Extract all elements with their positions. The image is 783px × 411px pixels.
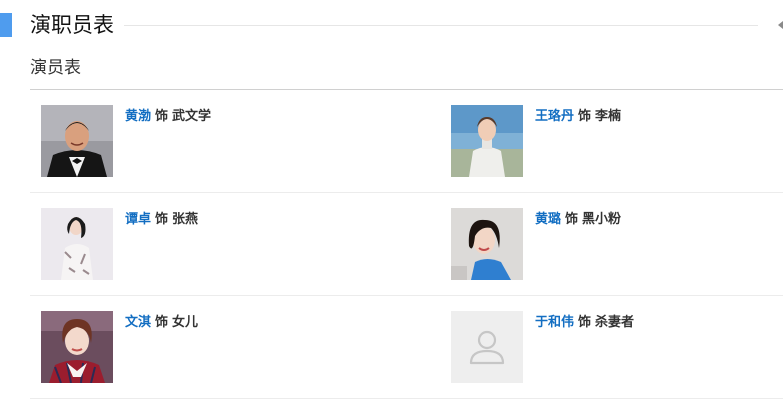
role-name: 武文学	[172, 109, 212, 124]
cast-row: 谭卓饰张燕 黄璐饰黑小粉	[30, 193, 783, 296]
section-accent-bar	[0, 13, 12, 37]
actor-name-link[interactable]: 谭卓	[125, 212, 151, 227]
cast-text: 谭卓饰张燕	[125, 211, 198, 229]
actor-photo-image	[451, 105, 523, 177]
actor-name-link[interactable]: 黄璐	[535, 212, 561, 227]
actor-photo[interactable]	[41, 105, 113, 177]
actor-name-link[interactable]: 文淇	[125, 315, 151, 330]
plays-label: 饰	[155, 212, 169, 227]
cast-grid: 黄渤饰武文学 王珞丹饰李楠 谭卓 饰 张燕 黄璐 饰 黑小粉 文淇 饰 女儿 于…	[30, 90, 783, 399]
cast-text: 王珞丹饰李楠	[535, 108, 621, 126]
cast-list-title: 演员表	[30, 58, 81, 78]
cast-row: 黄渤饰武文学 王珞丹饰李楠	[30, 90, 783, 193]
collapse-arrow-icon[interactable]	[778, 19, 783, 31]
actor-photo[interactable]	[41, 311, 113, 383]
section-title: 演职员表	[30, 13, 114, 37]
plays-label: 饰	[578, 315, 592, 330]
cast-text: 黄璐饰黑小粉	[535, 211, 621, 229]
plays-label: 饰	[578, 109, 592, 124]
actor-name-link[interactable]: 王珞丹	[535, 109, 574, 124]
plays-label: 饰	[155, 109, 169, 124]
actor-photo[interactable]	[451, 105, 523, 177]
role-name: 李楠	[595, 109, 622, 124]
actor-photo-image	[41, 311, 113, 383]
actor-photo-image	[451, 208, 523, 280]
plays-label: 饰	[565, 212, 579, 227]
default-avatar[interactable]	[451, 311, 523, 383]
role-name: 张燕	[172, 212, 199, 227]
cast-text: 文淇饰女儿	[125, 314, 198, 332]
role-name: 女儿	[172, 315, 199, 330]
default-user-icon	[451, 311, 523, 383]
actor-name-link[interactable]: 黄渤	[125, 109, 151, 124]
actor-photo[interactable]	[41, 208, 113, 280]
role-name: 杀妻者	[595, 315, 635, 330]
cast-text: 黄渤饰武文学	[125, 108, 211, 126]
cast-crew-section: 演职员表 演员表 黄渤 饰 武文学 王珞丹 饰 李楠 谭卓 饰 张燕 黄璐 饰 …	[0, 0, 783, 411]
actor-photo-image	[41, 208, 113, 280]
actor-photo-image	[41, 105, 113, 177]
actor-photo[interactable]	[451, 208, 523, 280]
plays-label: 饰	[155, 315, 169, 330]
cast-row: 文淇饰女儿 于和伟饰杀妻者	[30, 296, 783, 399]
section-divider	[124, 25, 758, 26]
cast-text: 于和伟饰杀妻者	[535, 314, 634, 332]
role-name: 黑小粉	[582, 212, 622, 227]
actor-name-link[interactable]: 于和伟	[535, 315, 574, 330]
